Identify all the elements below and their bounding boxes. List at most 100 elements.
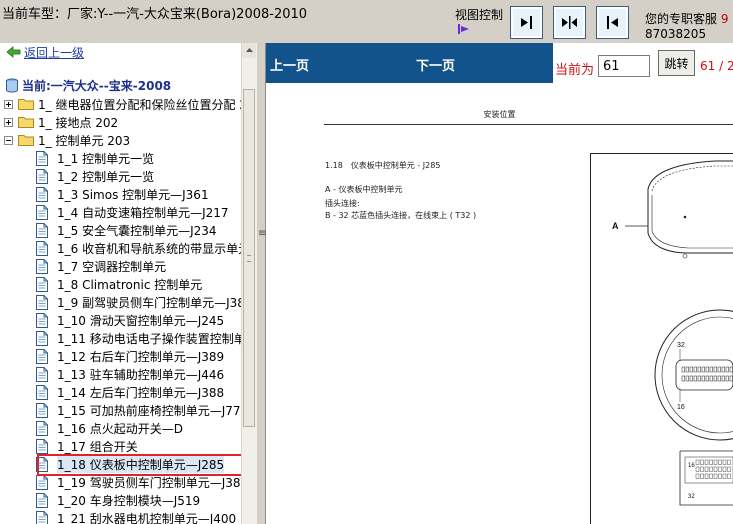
diagram-label-a: A [612,221,619,231]
document-icon [36,510,48,524]
tree-item-label: 1_16 点火起动开关—D [57,421,183,436]
tree-item-label: 1_15 可加热前座椅控制单元—J774 [57,403,249,418]
tree-item[interactable]: 1_19 驾驶员侧车门控制单元—J386 [36,474,248,490]
tree-root[interactable]: 当前:一汽大众--宝来-2008 [5,77,171,93]
split-view-icon [562,16,577,29]
section-title: 1.18 仪表板中控制单元 - J285 [325,161,441,170]
pin-label-32-lower: 32 [688,494,695,500]
document-icon [36,420,48,436]
document-icon [36,366,48,382]
back-up-link[interactable]: 返回上一级 [6,43,84,61]
tree-scrollbar[interactable] [241,43,257,524]
tree-item[interactable]: 1_20 车身控制模块—J519 [36,492,200,508]
tree-item-label: 1_13 驻车辅助控制单元—J446 [57,367,225,382]
tree-item[interactable]: 1_4 自动变速箱控制单元—J217 [36,204,229,220]
tree-item-label: 1_7 空调器控制单元 [57,259,167,274]
scroll-thumb[interactable] [243,89,255,427]
document-icon [36,294,48,310]
tree-item[interactable]: 1_13 驻车辅助控制单元—J446 [36,366,224,382]
tree-item[interactable]: 1_9 副驾驶员侧车门控制单元—J387 [36,294,253,310]
previous-page-link[interactable]: 上一页 [270,55,309,74]
tree-node-label: 1_ 接地点 202 [38,115,119,130]
tree-item-label: 1_11 移动电话电子操作装置控制单元 [57,331,256,346]
scroll-up-button[interactable] [242,43,257,58]
tree-item[interactable]: 1_17 组合开关 [36,438,138,454]
tree-item-label: 1_17 组合开关 [57,439,138,454]
pin-label-32: 32 [677,342,685,349]
document-icon [36,168,48,184]
folder-icon [18,117,34,128]
service-number: 87038205 [645,27,707,41]
back-arrow-icon [6,46,21,58]
tree-root-label: 当前:一汽大众--宝来-2008 [22,78,172,93]
document-icon [36,438,48,454]
tree-item-label: 1_8 Climatronic 控制单元 [57,277,203,292]
scroll-up-arrow-icon [246,48,253,52]
service-label: 您的专职客服 9 [645,10,728,27]
expand-icon[interactable] [4,99,13,109]
document-icon [36,348,48,364]
pane-splitter[interactable]: ≡ [256,43,266,524]
view-control-arrow-icon [458,24,469,34]
document-header: 安装位置 [483,110,516,119]
tree-item[interactable]: 1_6 收音机和导航系统的带显示单元的 [36,240,256,256]
split-view-button[interactable] [553,6,586,39]
tree-item[interactable]: 1_12 右后车门控制单元—J389 [36,348,224,364]
document-icon [36,222,48,238]
document-icon [36,186,48,202]
tree-item[interactable]: 1_14 左后车门控制单元—J388 [36,384,224,400]
tree-item[interactable]: 1_16 点火起动开关—D [36,420,183,436]
tree-item-label: 1_19 驾驶员侧车门控制单元—J386 [57,475,249,490]
document-icon [36,474,48,490]
tree-item[interactable]: 1_11 移动电话电子操作装置控制单元 [36,330,256,346]
tree-node[interactable]: 1_ 接地点 202 [4,114,118,130]
tree-item-label: 1_1 控制单元一览 [57,151,155,166]
show-document-only-button[interactable] [510,6,543,39]
page-jump-controls: 当前为 跳转 61 / 2 [553,43,733,83]
tree-item[interactable]: 1_2 控制单元一览 [36,168,154,184]
plug-connection-heading: 插头连接: [325,199,360,208]
document-icon [36,330,48,346]
page-count: 61 / 2 [700,59,733,73]
tree-node[interactable]: 1_ 继电器位置分配和保险丝位置分配 20 [4,96,255,112]
legend-item-a: A - 仪表板中控制单元 [325,185,403,194]
tree-item-label: 1_14 左后车门控制单元—J388 [57,385,225,400]
next-page-link[interactable]: 下一页 [416,55,455,74]
tree-item-label: 1_20 车身控制模块—J519 [57,493,201,508]
current-car-model: 当前车型：厂家:Y--一汽-大众宝来(Bora)2008-2010 [2,7,308,22]
collapse-left-icon [521,16,532,29]
folder-icon [18,99,34,110]
collapse-icon[interactable] [4,135,13,145]
view-control-label: 视图控制 [455,8,504,22]
document-icon [36,258,48,274]
page-navigation-bar: 上一页 下一页 当前为 跳转 61 / 2 [266,43,733,83]
tree-item[interactable]: 1_7 空调器控制单元 [36,258,166,274]
document-icon [36,240,48,256]
back-link-label: 返回上一级 [24,45,85,60]
show-tree-only-button[interactable] [596,6,629,39]
document-viewer: 上一页 下一页 当前为 跳转 61 / 2 安装位置 1.18 仪表板中控制单元… [266,43,733,524]
document-icon [36,204,48,220]
expand-icon[interactable] [4,117,13,127]
document-icon [36,150,48,166]
service-label-text: 您的专职客服 [645,12,718,26]
open-folder-icon [18,135,34,146]
jump-button[interactable]: 跳转 [658,50,695,76]
tree-item-label: 1_3 Simos 控制单元—J361 [57,187,209,202]
tree-item-label: 1_5 安全气囊控制单元—J234 [57,223,217,238]
header-rule [324,124,733,125]
collapse-right-icon [607,16,618,29]
tree-item[interactable]: 1_3 Simos 控制单元—J361 [36,186,209,202]
tree-item[interactable]: 1_15 可加热前座椅控制单元—J774 [36,402,248,418]
installation-diagram: A 32 16 16 32 [590,153,733,524]
tree-item[interactable]: 1_8 Climatronic 控制单元 [36,276,202,292]
document-icon [36,402,48,418]
tree-node[interactable]: 1_ 控制单元 203 [4,132,130,148]
tree-item-label: 1_21 刮水器电机控制单元—J400 [57,511,237,524]
tree-item[interactable]: 1_10 滑动天窗控制单元—J245 [36,312,224,328]
tree-item[interactable]: 1_21 刮水器电机控制单元—J400 [36,510,236,524]
page-number-input[interactable] [598,55,650,77]
tree-item[interactable]: 1_5 安全气囊控制单元—J234 [36,222,217,238]
tree-item[interactable]: 1_1 控制单元一览 [36,150,154,166]
database-icon [6,78,18,92]
